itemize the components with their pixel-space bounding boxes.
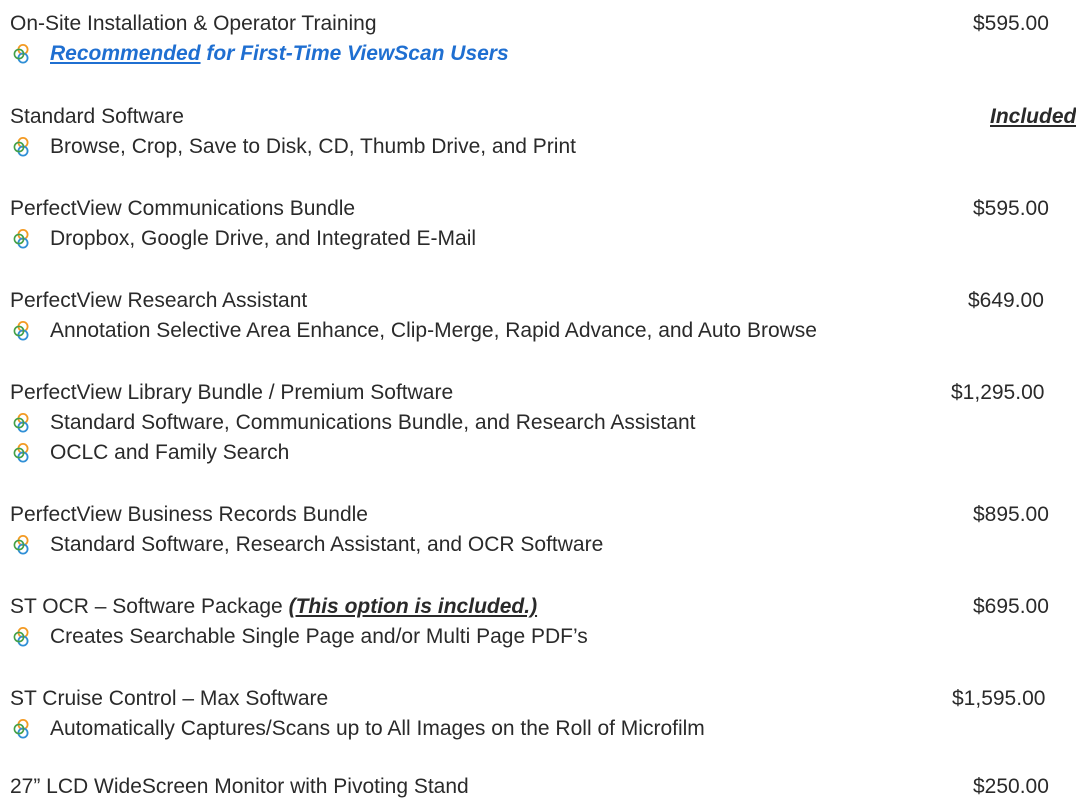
- item-name: 27” LCD WideScreen Monitor with Pivoting…: [10, 775, 469, 798]
- item-ocr-software-package: ST OCR – Software Package (This option i…: [10, 592, 1072, 652]
- included-note: (This option is included.): [288, 595, 538, 618]
- item-name: On-Site Installation & Operator Training: [10, 12, 377, 35]
- item-name-text: ST OCR – Software Package: [10, 595, 289, 618]
- item-header: ST Cruise Control – Max Software $1,595.…: [10, 684, 1072, 714]
- item-header: PerfectView Research Assistant $649.00: [10, 286, 1072, 316]
- item-communications-bundle: PerfectView Communications Bundle $595.0…: [10, 194, 1072, 254]
- interlocking-rings-icon: [13, 719, 29, 739]
- item-name: PerfectView Business Records Bundle: [10, 503, 368, 526]
- item-price: $1,295.00: [951, 381, 1045, 404]
- item-price: $695.00: [973, 595, 1049, 618]
- item-header: 27” LCD WideScreen Monitor with Pivoting…: [10, 772, 1072, 802]
- recommended-rest: for First-Time ViewScan Users: [200, 42, 509, 65]
- bullet-text: Browse, Crop, Save to Disk, CD, Thumb Dr…: [50, 135, 576, 158]
- item-name: PerfectView Library Bundle / Premium Sof…: [10, 381, 454, 404]
- feature-bullet: Standard Software, Communications Bundle…: [10, 408, 1072, 438]
- feature-bullet: Automatically Captures/Scans up to All I…: [10, 714, 1072, 744]
- bullet-text: Annotation Selective Area Enhance, Clip-…: [50, 319, 817, 342]
- feature-bullet: Annotation Selective Area Enhance, Clip-…: [10, 316, 1072, 346]
- interlocking-rings-icon: [13, 137, 29, 157]
- item-price: $649.00: [968, 289, 1044, 312]
- item-header: Standard Software Included: [10, 102, 1076, 132]
- item-name: PerfectView Research Assistant: [10, 289, 308, 312]
- item-name: ST Cruise Control – Max Software: [10, 687, 329, 710]
- item-price: Included: [990, 105, 1076, 128]
- bullet-text: Automatically Captures/Scans up to All I…: [50, 717, 705, 740]
- item-price: $595.00: [973, 12, 1049, 35]
- feature-bullet: Creates Searchable Single Page and/or Mu…: [10, 622, 1072, 652]
- feature-bullet: OCLC and Family Search: [10, 438, 1072, 468]
- item-installation-training: On-Site Installation & Operator Training…: [10, 9, 1072, 69]
- item-header: ST OCR – Software Package (This option i…: [10, 592, 1072, 622]
- interlocking-rings-icon: [13, 321, 29, 341]
- item-price: $595.00: [973, 197, 1049, 220]
- feature-bullet: Dropbox, Google Drive, and Integrated E-…: [10, 224, 1072, 254]
- item-header: PerfectView Business Records Bundle $895…: [10, 500, 1072, 530]
- bullet-text: Creates Searchable Single Page and/or Mu…: [50, 625, 588, 648]
- interlocking-rings-icon: [13, 535, 29, 555]
- item-name: Standard Software: [10, 105, 184, 128]
- interlocking-rings-icon: [13, 627, 29, 647]
- bullet-text: Recommended for First-Time ViewScan User…: [50, 39, 509, 69]
- interlocking-rings-icon: [13, 413, 29, 433]
- item-price: $1,595.00: [952, 687, 1046, 710]
- item-name: PerfectView Communications Bundle: [10, 197, 356, 220]
- bullet-text: Dropbox, Google Drive, and Integrated E-…: [50, 227, 477, 250]
- recommendation-bullet: Recommended for First-Time ViewScan User…: [10, 39, 1072, 69]
- item-business-records-bundle: PerfectView Business Records Bundle $895…: [10, 500, 1072, 560]
- price-list-document: On-Site Installation & Operator Training…: [0, 0, 1076, 804]
- item-standard-software: Standard Software Included Browse, Crop,…: [10, 102, 1076, 162]
- feature-bullet: Standard Software, Research Assistant, a…: [10, 530, 1072, 560]
- interlocking-rings-icon: [13, 443, 29, 463]
- item-price: $895.00: [973, 503, 1049, 526]
- item-lcd-monitor: 27” LCD WideScreen Monitor with Pivoting…: [10, 772, 1072, 802]
- item-header: PerfectView Communications Bundle $595.0…: [10, 194, 1072, 224]
- item-library-bundle: PerfectView Library Bundle / Premium Sof…: [10, 378, 1072, 468]
- bullet-text: OCLC and Family Search: [50, 441, 290, 464]
- item-header: PerfectView Library Bundle / Premium Sof…: [10, 378, 1072, 408]
- bullet-text: Standard Software, Communications Bundle…: [50, 411, 696, 434]
- bullet-text: Standard Software, Research Assistant, a…: [50, 533, 604, 556]
- item-research-assistant: PerfectView Research Assistant $649.00 A…: [10, 286, 1072, 346]
- item-header: On-Site Installation & Operator Training…: [10, 9, 1072, 39]
- interlocking-rings-icon: [13, 229, 29, 249]
- interlocking-rings-icon: [13, 44, 29, 64]
- item-name: ST OCR – Software Package (This option i…: [10, 592, 537, 622]
- item-cruise-control-max: ST Cruise Control – Max Software $1,595.…: [10, 684, 1072, 744]
- feature-bullet: Browse, Crop, Save to Disk, CD, Thumb Dr…: [10, 132, 1072, 162]
- recommended-label: Recommended: [50, 42, 201, 65]
- item-price: $250.00: [973, 775, 1049, 798]
